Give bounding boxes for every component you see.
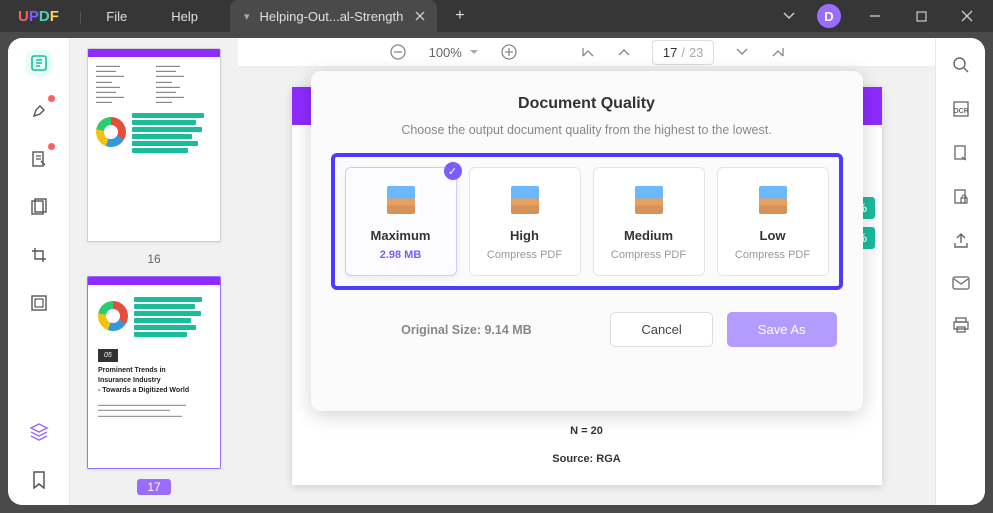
quality-title: Low [726,228,820,243]
cancel-button[interactable]: Cancel [610,312,712,347]
quality-preview-icon [759,186,787,214]
quality-preview-icon [511,186,539,214]
quality-sub: Compress PDF [726,249,820,261]
quality-title: Maximum [354,228,448,243]
right-sidebar: OCR [935,38,985,505]
chevron-down-icon[interactable] [783,12,795,20]
check-icon: ✓ [444,162,462,180]
last-page-icon[interactable] [770,45,784,59]
highlight-tool-icon[interactable] [26,98,52,124]
svg-text:OCR: OCR [953,108,969,115]
zoom-in-icon[interactable] [500,43,518,61]
quality-option-medium[interactable]: Medium Compress PDF [593,167,705,276]
thumbnail-label-selected: 17 [137,479,170,495]
close-icon[interactable] [413,9,427,23]
menu-help[interactable]: Help [149,9,220,24]
protect-icon[interactable] [952,188,970,206]
zoom-level[interactable]: 100% [429,45,478,60]
share-icon[interactable] [952,232,970,250]
print-icon[interactable] [952,316,970,334]
user-avatar[interactable]: D [817,4,841,28]
quality-options: ✓ Maximum 2.98 MB High Compress PDF [331,153,843,290]
reader-tool-icon[interactable] [26,50,52,76]
thumbnail-page-17[interactable]: 05 Prominent Trends in Insurance Industr… [87,276,221,470]
search-icon[interactable] [952,56,970,74]
quality-preview-icon [635,186,663,214]
maximize-button[interactable] [909,4,933,28]
ocr-icon[interactable]: OCR [952,100,970,118]
quality-option-low[interactable]: Low Compress PDF [717,167,829,276]
convert-icon[interactable] [952,144,970,162]
quality-size: 2.98 MB [354,249,448,261]
email-icon[interactable] [952,276,970,290]
quality-option-high[interactable]: High Compress PDF [469,167,581,276]
first-page-icon[interactable] [582,45,596,59]
form-tool-icon[interactable] [26,290,52,316]
titlebar: UPDF | File Help ▾ Helping-Out...al-Stre… [0,0,993,32]
thumbnail-page-16[interactable]: ▬▬▬▬▬▬▬▬▬▬▬▬▬▬▬▬▬▬▬▬▬▬▬▬▬▬▬▬▬▬▬▬▬▬▬▬▬▬▬▬… [87,48,221,242]
new-tab-button[interactable]: + [437,7,482,25]
page-toolbar: 100% 17 / 23 [238,38,935,67]
modal-overlay: Document Quality Choose the output docum… [238,67,935,505]
save-as-button[interactable]: Save As [727,312,837,347]
zoom-out-icon[interactable] [389,43,407,61]
quality-sub: Compress PDF [478,249,572,261]
document-tab[interactable]: ▾ Helping-Out...al-Strength [230,0,437,32]
app-logo: UPDF [0,8,77,25]
document-quality-dialog: Document Quality Choose the output docum… [311,71,863,411]
thumbnail-label: 16 [147,252,160,266]
tab-pin-icon: ▾ [244,10,250,23]
thumbnail-panel: ▬▬▬▬▬▬▬▬▬▬▬▬▬▬▬▬▬▬▬▬▬▬▬▬▬▬▬▬▬▬▬▬▬▬▬▬▬▬▬▬… [70,38,238,505]
quality-sub: Compress PDF [602,249,696,261]
main-area: 100% 17 / 23 N = 20 [238,38,935,505]
prev-page-icon[interactable] [618,48,630,56]
quality-title: Medium [602,228,696,243]
menu-file[interactable]: File [84,9,149,24]
close-button[interactable] [955,4,979,28]
quality-preview-icon [387,186,415,214]
quality-title: High [478,228,572,243]
page-number-input[interactable]: 17 / 23 [652,40,715,65]
layers-icon[interactable] [26,419,52,445]
minimize-button[interactable] [863,4,887,28]
edit-tool-icon[interactable] [26,146,52,172]
crop-tool-icon[interactable] [26,242,52,268]
bookmark-icon[interactable] [26,467,52,493]
modal-title: Document Quality [331,95,843,113]
organize-tool-icon[interactable] [26,194,52,220]
original-size-label: Original Size: 9.14 MB [337,323,597,337]
tab-title: Helping-Out...al-Strength [260,9,404,24]
modal-subtitle: Choose the output document quality from … [331,123,843,137]
document-viewport[interactable]: N = 20 Source: RGA 3% 3% Document Qualit… [238,67,935,505]
separator: | [79,9,82,24]
next-page-icon[interactable] [736,48,748,56]
quality-option-maximum[interactable]: ✓ Maximum 2.98 MB [345,167,457,276]
left-sidebar [8,38,70,505]
